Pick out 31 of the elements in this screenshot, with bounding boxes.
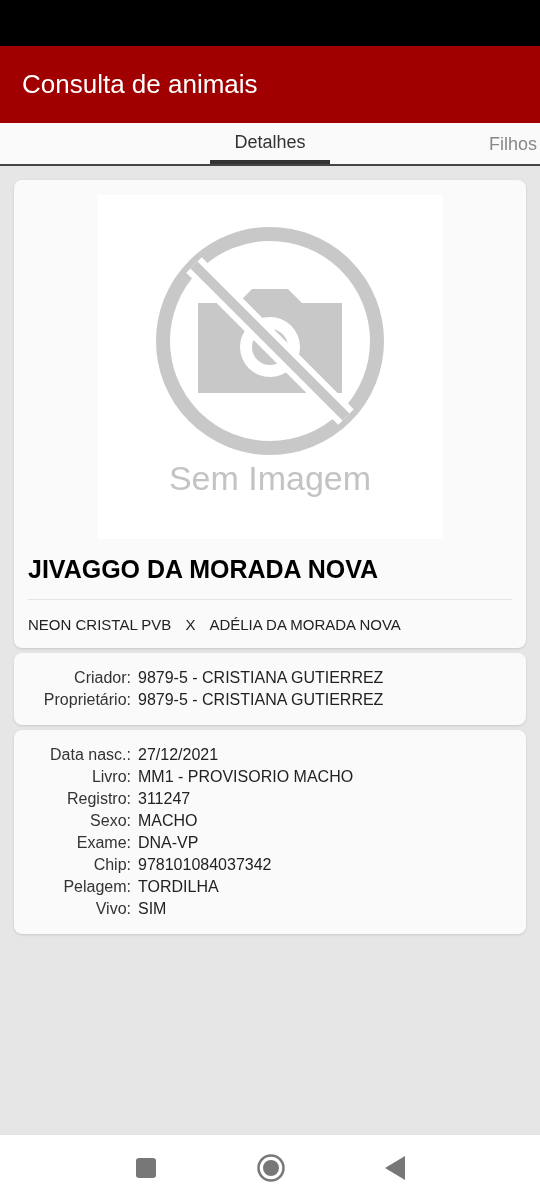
dam-name: ADÉLIA DA MORADA NOVA xyxy=(209,614,401,635)
home-icon[interactable] xyxy=(257,1153,285,1182)
field-label: Sexo: xyxy=(89,811,132,831)
field-value: 9879-5 - CRISTIANA GUTIERREZ xyxy=(138,668,384,688)
field-value: SIM xyxy=(138,899,167,919)
no-camera-icon xyxy=(154,225,386,457)
field-value: MM1 - PROVISORIO MACHO xyxy=(138,767,354,787)
field-label: Registro: xyxy=(65,789,132,809)
field-value: 9879-5 - CRISTIANA GUTIERREZ xyxy=(138,690,384,710)
field-label: Chip: xyxy=(92,855,132,875)
field-value: DNA-VP xyxy=(138,833,199,853)
field-label: Proprietário: xyxy=(42,690,132,710)
tab[interactable]: Detalhes xyxy=(210,123,330,164)
field-label: Criador: xyxy=(73,668,132,688)
field-value: TORDILHA xyxy=(138,877,219,897)
back-icon[interactable] xyxy=(385,1155,405,1180)
field-value: 311247 xyxy=(138,789,191,809)
field-value: 978101084037342 xyxy=(138,855,272,875)
field-label: Vivo: xyxy=(94,899,132,919)
field-value: 27/12/2021 xyxy=(138,745,219,765)
cross-mark: X xyxy=(185,614,196,635)
field-value: MACHO xyxy=(138,811,198,831)
field-label: Livro: xyxy=(90,767,132,787)
field-label: Data nasc.: xyxy=(49,745,132,765)
field-label: Pelagem: xyxy=(62,877,132,897)
sire-name: NEON CRISTAL PVB xyxy=(28,614,172,635)
recent-apps-icon[interactable] xyxy=(135,1156,157,1179)
animal-name: JIVAGGO DA MORADA NOVA xyxy=(28,554,379,585)
app-title: Consulta de animais xyxy=(22,68,258,101)
field-label: Exame: xyxy=(75,833,132,853)
image-caption: Sem Imagem xyxy=(168,461,372,495)
